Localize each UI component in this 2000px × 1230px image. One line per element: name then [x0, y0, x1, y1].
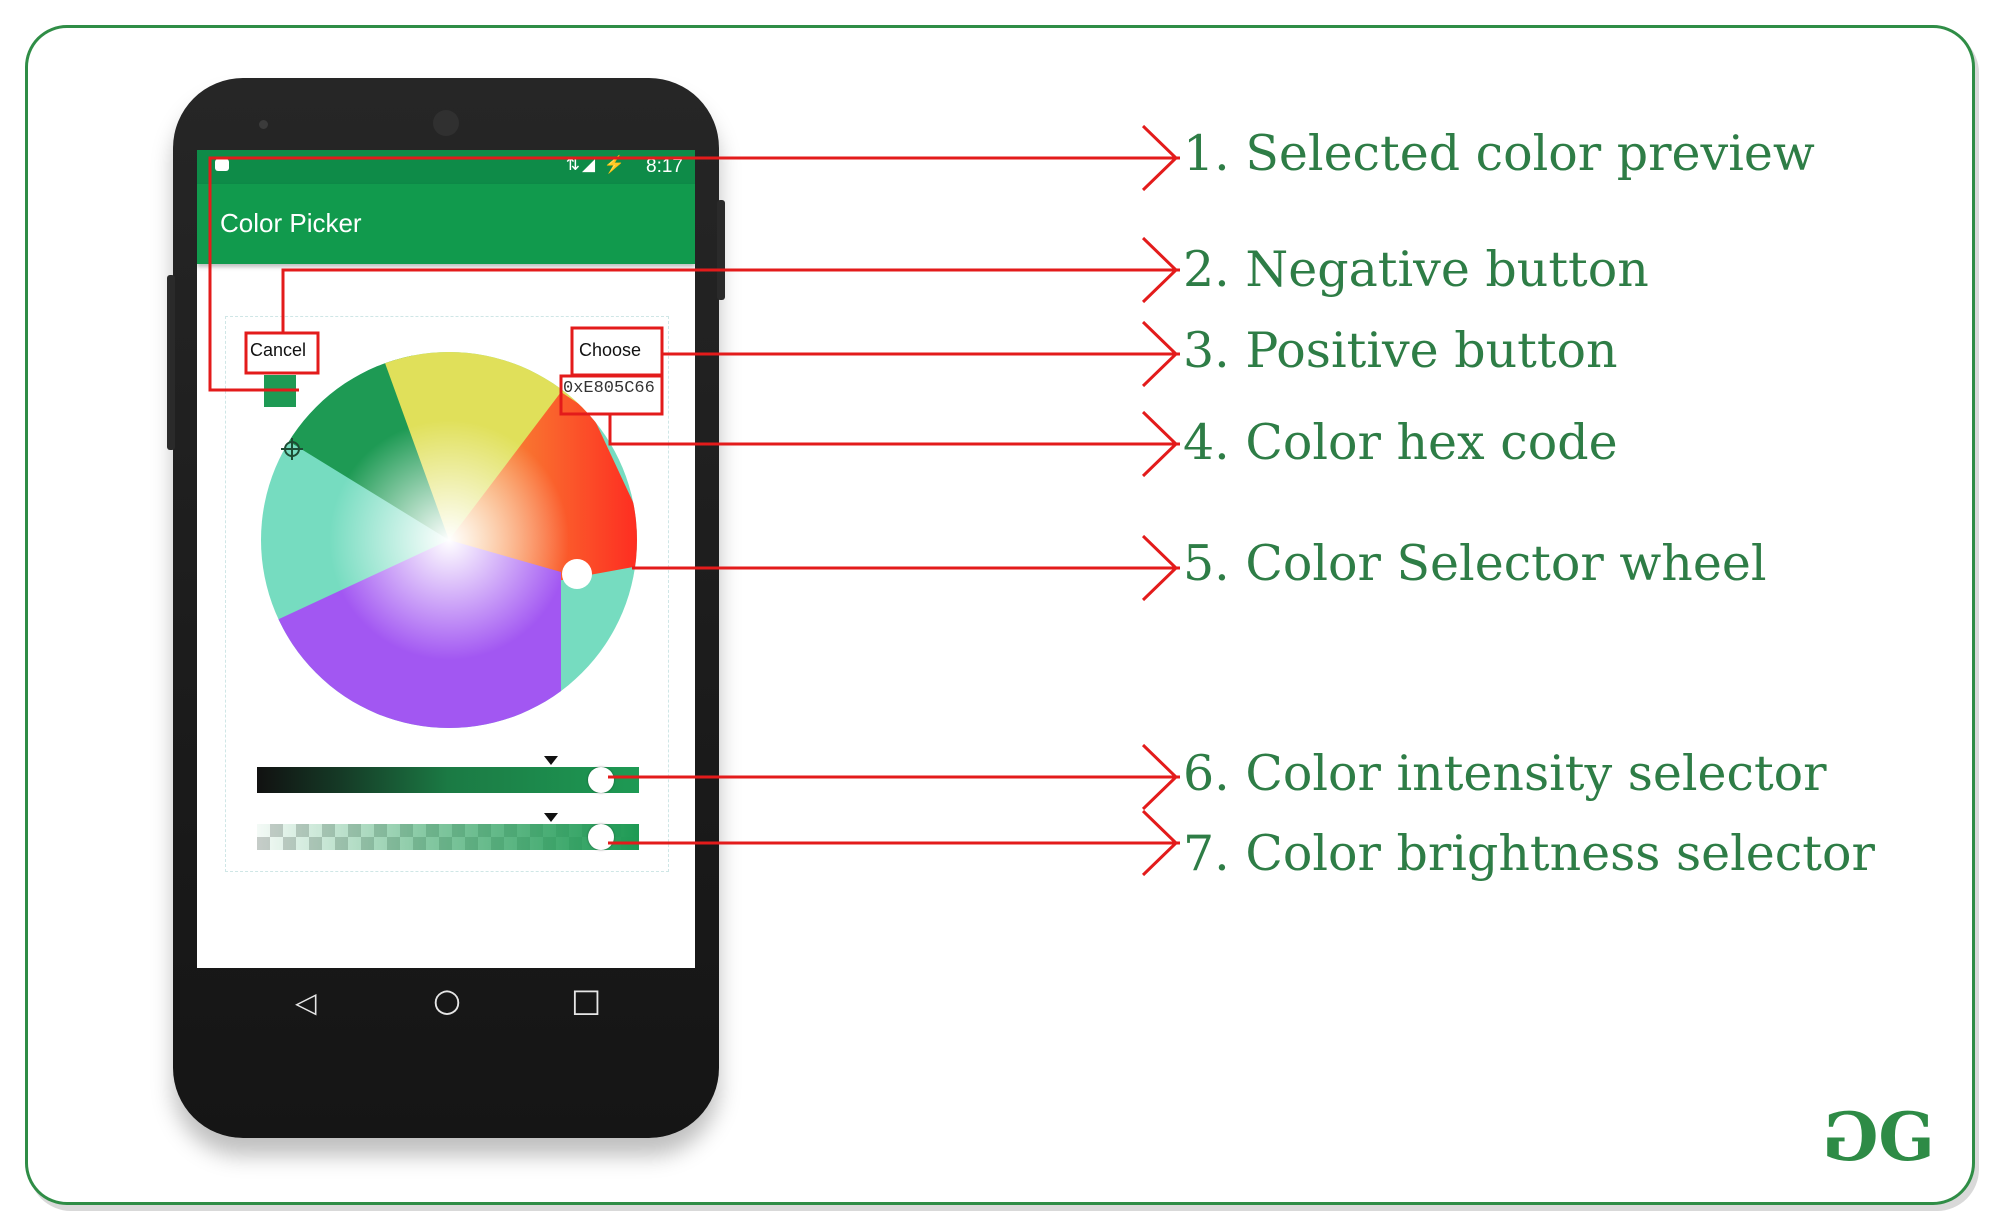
notification-icon — [215, 159, 229, 171]
phone-screen: ⇅◢ ⚡ 8:17 Color Picker Cancel Choose 0xE… — [197, 150, 695, 968]
annotation-label-4: 4. Color hex code — [1183, 414, 1618, 471]
app-title: Color Picker — [220, 208, 362, 238]
intensity-caret-icon — [543, 756, 558, 765]
status-time: 8:17 — [646, 156, 683, 177]
power-button[interactable] — [717, 200, 725, 300]
annotation-label-2: 2. Negative button — [1183, 241, 1649, 298]
color-selector-wheel[interactable] — [261, 352, 637, 728]
status-bar: ⇅◢ ⚡ 8:17 — [197, 150, 695, 184]
center-glow — [329, 420, 569, 660]
intensity-slider[interactable] — [257, 767, 639, 793]
annotation-label-7: 7. Color brightness selector — [1183, 825, 1875, 882]
logo-right-letter: G — [1878, 1098, 1934, 1176]
volume-button[interactable] — [167, 275, 175, 450]
home-icon[interactable]: ○ — [433, 981, 461, 1019]
wheel-selector-handle[interactable] — [562, 559, 592, 589]
brightness-knob[interactable] — [587, 824, 614, 850]
sensor-dot — [259, 120, 268, 129]
gfg-logo: GG — [1828, 1098, 1935, 1176]
annotation-label-1: 1. Selected color preview — [1183, 125, 1815, 182]
signal-battery-icon: ⇅◢ ⚡ — [565, 155, 627, 174]
navigation-bar: ◁ ○ □ — [197, 968, 695, 1038]
brightness-caret-icon — [543, 813, 558, 822]
intensity-knob[interactable] — [587, 767, 614, 793]
annotation-label-6: 6. Color intensity selector — [1183, 745, 1827, 802]
app-bar: Color Picker — [197, 184, 695, 264]
annotation-label-5: 5. Color Selector wheel — [1183, 535, 1767, 592]
brightness-slider[interactable] — [257, 824, 639, 850]
back-icon[interactable]: ◁ — [295, 986, 317, 1019]
front-camera-icon — [433, 110, 459, 136]
logo-left-letter: G — [1828, 1098, 1879, 1176]
recents-icon[interactable]: □ — [571, 981, 601, 1019]
annotation-label-3: 3. Positive button — [1183, 322, 1618, 379]
